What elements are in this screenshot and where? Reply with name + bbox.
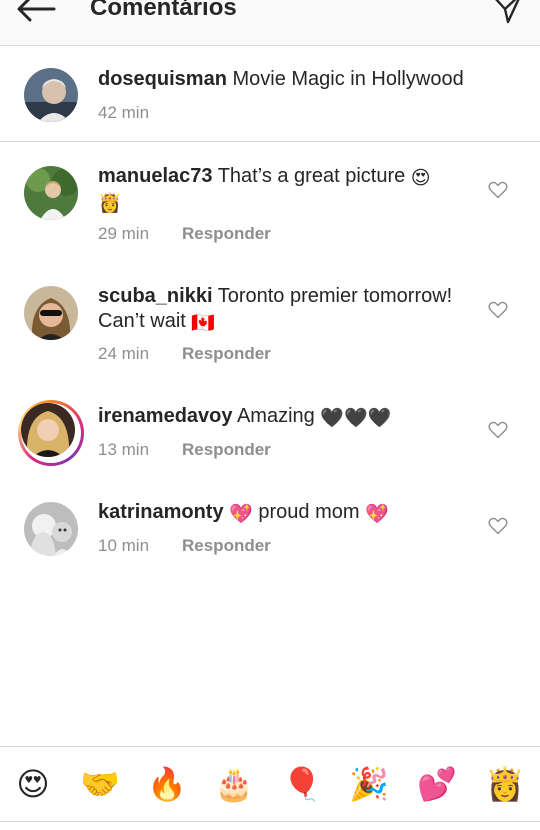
comment-text: Movie Magic in Hollywood	[232, 68, 464, 90]
top-bar: Comentários	[0, 0, 540, 46]
comment-row: katrinamonty 💖 proud mom 💖	[98, 500, 389, 525]
comment-text: That’s a great picture	[217, 165, 406, 187]
comment-text: Amazing	[236, 405, 315, 427]
fire-emoji-button[interactable]: 🔥	[147, 764, 187, 804]
comment-username[interactable]: scuba_nikki	[98, 285, 213, 307]
emoji-quick-bar: 😍 🤝 🔥 🎂 🎈 🎉 💕 👸	[0, 746, 540, 822]
story-ring[interactable]	[18, 400, 84, 466]
comment-username[interactable]: irenamedavoy	[98, 405, 233, 427]
comment-row: scuba_nikki Toronto premier tomorrow!	[98, 284, 452, 308]
back-arrow-icon[interactable]	[14, 0, 58, 24]
comment-time: 13 min	[98, 440, 150, 459]
party-popper-emoji-button[interactable]: 🎉	[349, 764, 389, 804]
princess-emoji-button[interactable]: 👸	[485, 764, 525, 804]
two-hearts-emoji-button[interactable]: 💕	[417, 764, 457, 804]
heart-icon[interactable]	[488, 517, 508, 535]
comment-text: Toronto premier tomorrow!	[217, 285, 453, 307]
post-caption: dosequisman Movie Magic in Hollywood 42 …	[0, 46, 540, 142]
emoji: 🖤🖤🖤	[320, 408, 392, 429]
comment-row: irenamedavoy Amazing 🖤🖤🖤	[98, 404, 391, 429]
avatar[interactable]	[24, 68, 78, 122]
balloon-emoji-button[interactable]: 🎈	[282, 764, 322, 804]
handshake-emoji-button[interactable]: 🤝	[80, 764, 120, 804]
divider	[0, 821, 540, 822]
comment-time: 10 min	[98, 536, 150, 555]
comment-username[interactable]: dosequisman	[98, 68, 227, 90]
emoji: 💖	[365, 504, 389, 525]
heart-icon[interactable]	[488, 421, 508, 439]
avatar[interactable]	[24, 166, 78, 220]
comment-username[interactable]: katrinamonty	[98, 501, 224, 523]
comment-time: 29 min	[98, 224, 150, 243]
comment-text: proud mom	[258, 501, 360, 523]
reply-button[interactable]: Responder	[182, 536, 271, 556]
reply-button[interactable]: Responder	[182, 344, 271, 364]
heart-eyes-emoji-button[interactable]: 😍	[13, 764, 53, 804]
flag-emoji: 🇨🇦	[191, 313, 216, 334]
comment-text: Can’t wait	[98, 310, 186, 332]
emoji: 😍	[410, 168, 431, 189]
heart-icon[interactable]	[488, 301, 508, 319]
avatar[interactable]	[21, 403, 75, 457]
reply-button[interactable]: Responder	[182, 224, 271, 244]
heart-icon[interactable]	[488, 181, 508, 199]
emoji: 👸	[98, 193, 122, 214]
comment-time: 24 min	[98, 344, 150, 363]
birthday-cake-emoji-button[interactable]: 🎂	[214, 764, 254, 804]
comment-row: manuelac73 That’s a great picture 😍	[98, 164, 431, 189]
send-icon[interactable]	[492, 0, 524, 24]
page-title: Comentários	[90, 0, 237, 21]
reply-button[interactable]: Responder	[182, 440, 271, 460]
avatar[interactable]	[24, 286, 78, 340]
emoji: 💖	[229, 504, 253, 525]
comment-username[interactable]: manuelac73	[98, 165, 213, 187]
avatar[interactable]	[24, 502, 78, 556]
comment-time: 42 min	[98, 103, 150, 122]
